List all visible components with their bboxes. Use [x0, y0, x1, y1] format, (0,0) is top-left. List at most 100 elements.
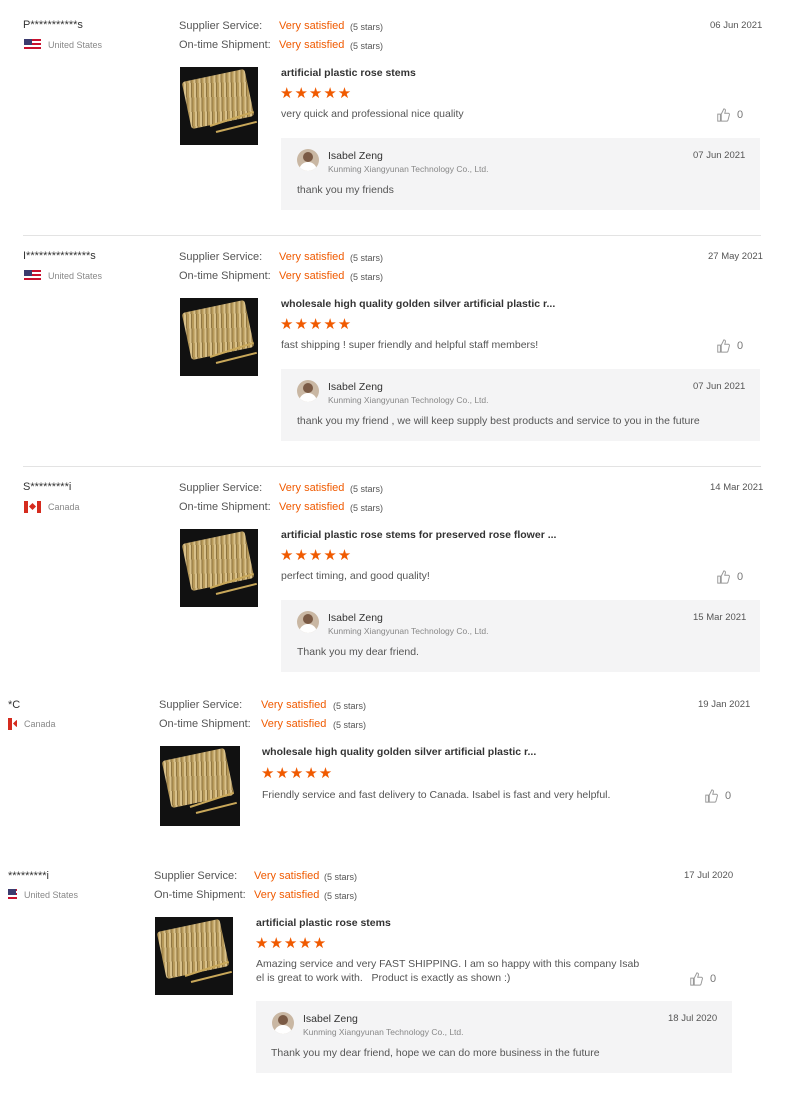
reply-company: Kunming Xiangyunan Technology Co., Ltd.	[303, 1027, 464, 1037]
country-label: United States	[48, 40, 103, 50]
like-count: 0	[710, 973, 717, 985]
review-comment: Friendly service and fast delivery to Ca…	[262, 789, 611, 801]
supplier-service-stars: (5 stars)	[324, 872, 358, 882]
supplier-service-label: Supplier Service:	[179, 251, 263, 263]
supplier-reply: Isabel Zeng Kunming Xiangyunan Technolog…	[281, 600, 760, 672]
review-comment-line: Amazing service and very FAST SHIPPING. …	[256, 958, 640, 970]
buyer-name: *********i	[8, 870, 49, 882]
supplier-service-stars: (5 stars)	[333, 701, 367, 711]
thumbs-up-icon	[717, 108, 730, 122]
like-count: 0	[737, 571, 744, 583]
star-rating: ★★★★★	[255, 935, 328, 952]
ontime-shipment-stars: (5 stars)	[350, 41, 384, 51]
ontime-shipment-label: On-time Shipment:	[179, 39, 271, 51]
supplier-service-rating: Very satisfied	[279, 20, 345, 32]
reply-author: Isabel Zeng	[303, 1013, 358, 1025]
reply-date: 18 Jul 2020	[668, 1013, 718, 1024]
country-label: Canada	[24, 719, 56, 729]
review-comment: fast shipping ! super friendly and helpf…	[281, 339, 539, 351]
thumbs-up-icon	[690, 972, 703, 986]
star-rating: ★★★★★	[280, 547, 353, 564]
canada-flag-icon	[24, 501, 41, 513]
product-name[interactable]: artificial plastic rose stems	[281, 67, 416, 79]
like-button[interactable]: 0	[689, 972, 716, 986]
supplier-service-label: Supplier Service:	[159, 699, 243, 711]
product-name[interactable]: wholesale high quality golden silver art…	[262, 746, 536, 758]
reply-company: Kunming Xiangyunan Technology Co., Ltd.	[328, 395, 489, 405]
product-thumbnail[interactable]	[180, 298, 258, 376]
reply-author: Isabel Zeng	[328, 381, 383, 393]
like-count: 0	[737, 340, 744, 352]
supplier-service-stars: (5 stars)	[350, 484, 384, 494]
product-name[interactable]: artificial plastic rose stems	[256, 917, 391, 929]
reply-company: Kunming Xiangyunan Technology Co., Ltd.	[328, 626, 489, 636]
like-button[interactable]: 0	[716, 570, 743, 584]
supplier-reply: Isabel Zeng Kunming Xiangyunan Technolog…	[256, 1001, 732, 1073]
reply-text: Thank you my dear friend, hope we can do…	[271, 1047, 600, 1059]
review-divider	[23, 466, 761, 467]
reply-text: thank you my friends	[297, 184, 394, 196]
ontime-shipment-label: On-time Shipment:	[159, 718, 251, 730]
like-button[interactable]: 0	[704, 789, 731, 803]
supplier-service-stars: (5 stars)	[350, 22, 384, 32]
buyer-name: S*********i	[23, 481, 72, 493]
like-button[interactable]: 0	[716, 108, 743, 122]
like-count: 0	[725, 790, 732, 802]
supplier-service-stars: (5 stars)	[350, 253, 384, 263]
supplier-service-label: Supplier Service:	[154, 870, 238, 882]
like-button[interactable]: 0	[716, 339, 743, 353]
product-thumbnail[interactable]	[155, 917, 233, 995]
review-divider	[23, 235, 761, 236]
ontime-shipment-rating: Very satisfied	[279, 501, 345, 513]
product-name[interactable]: artificial plastic rose stems for preser…	[281, 529, 556, 541]
thumbs-up-icon	[705, 789, 718, 803]
avatar	[272, 1012, 294, 1034]
reply-author: Isabel Zeng	[328, 612, 383, 624]
us-flag-icon	[24, 270, 41, 282]
supplier-service-rating: Very satisfied	[279, 251, 345, 263]
ontime-shipment-rating: Very satisfied	[254, 889, 320, 901]
thumbs-up-icon	[717, 339, 730, 353]
review-comment: very quick and professional nice quality	[281, 108, 464, 120]
supplier-service-rating: Very satisfied	[279, 482, 345, 494]
supplier-reply: Isabel Zeng Kunming Xiangyunan Technolog…	[281, 138, 760, 210]
product-thumbnail[interactable]	[180, 67, 258, 145]
buyer-country: Canada	[8, 718, 56, 730]
star-rating: ★★★★★	[261, 765, 334, 782]
review-comment-line: el is great to work with. Product is exa…	[256, 972, 511, 984]
buyer-country: Canada	[24, 501, 80, 513]
supplier-reply: Isabel Zeng Kunming Xiangyunan Technolog…	[281, 369, 760, 441]
product-name[interactable]: wholesale high quality golden silver art…	[281, 298, 555, 310]
buyer-country: United States	[24, 270, 102, 282]
ontime-shipment-label: On-time Shipment:	[154, 889, 246, 901]
ontime-shipment-stars: (5 stars)	[324, 891, 358, 901]
like-count: 0	[737, 109, 744, 121]
thumbs-up-icon	[717, 570, 730, 584]
us-flag-icon	[24, 39, 41, 51]
ontime-shipment-label: On-time Shipment:	[179, 270, 271, 282]
star-rating: ★★★★★	[280, 85, 353, 102]
review-date: 19 Jan 2021	[698, 699, 751, 710]
supplier-service-rating: Very satisfied	[254, 870, 320, 882]
review-date: 17 Jul 2020	[684, 870, 734, 881]
buyer-name: P***********s	[23, 19, 83, 31]
country-label: United States	[24, 890, 79, 900]
country-label: United States	[48, 271, 103, 281]
buyer-country: United States	[24, 39, 102, 51]
reply-text: thank you my friend , we will keep suppl…	[297, 415, 700, 427]
country-label: Canada	[48, 502, 80, 512]
reply-date: 07 Jun 2021	[693, 150, 746, 161]
buyer-name: I***************s	[23, 250, 96, 262]
product-thumbnail[interactable]	[160, 746, 240, 826]
us-flag-icon	[8, 889, 17, 901]
review-date: 14 Mar 2021	[710, 482, 764, 493]
canada-flag-icon	[8, 718, 17, 730]
reply-text: Thank you my dear friend.	[297, 646, 419, 658]
product-thumbnail[interactable]	[180, 529, 258, 607]
avatar	[297, 611, 319, 633]
reply-author: Isabel Zeng	[328, 150, 383, 162]
ontime-shipment-stars: (5 stars)	[350, 272, 384, 282]
ontime-shipment-rating: Very satisfied	[261, 718, 327, 730]
supplier-service-label: Supplier Service:	[179, 20, 263, 32]
reply-company: Kunming Xiangyunan Technology Co., Ltd.	[328, 164, 489, 174]
